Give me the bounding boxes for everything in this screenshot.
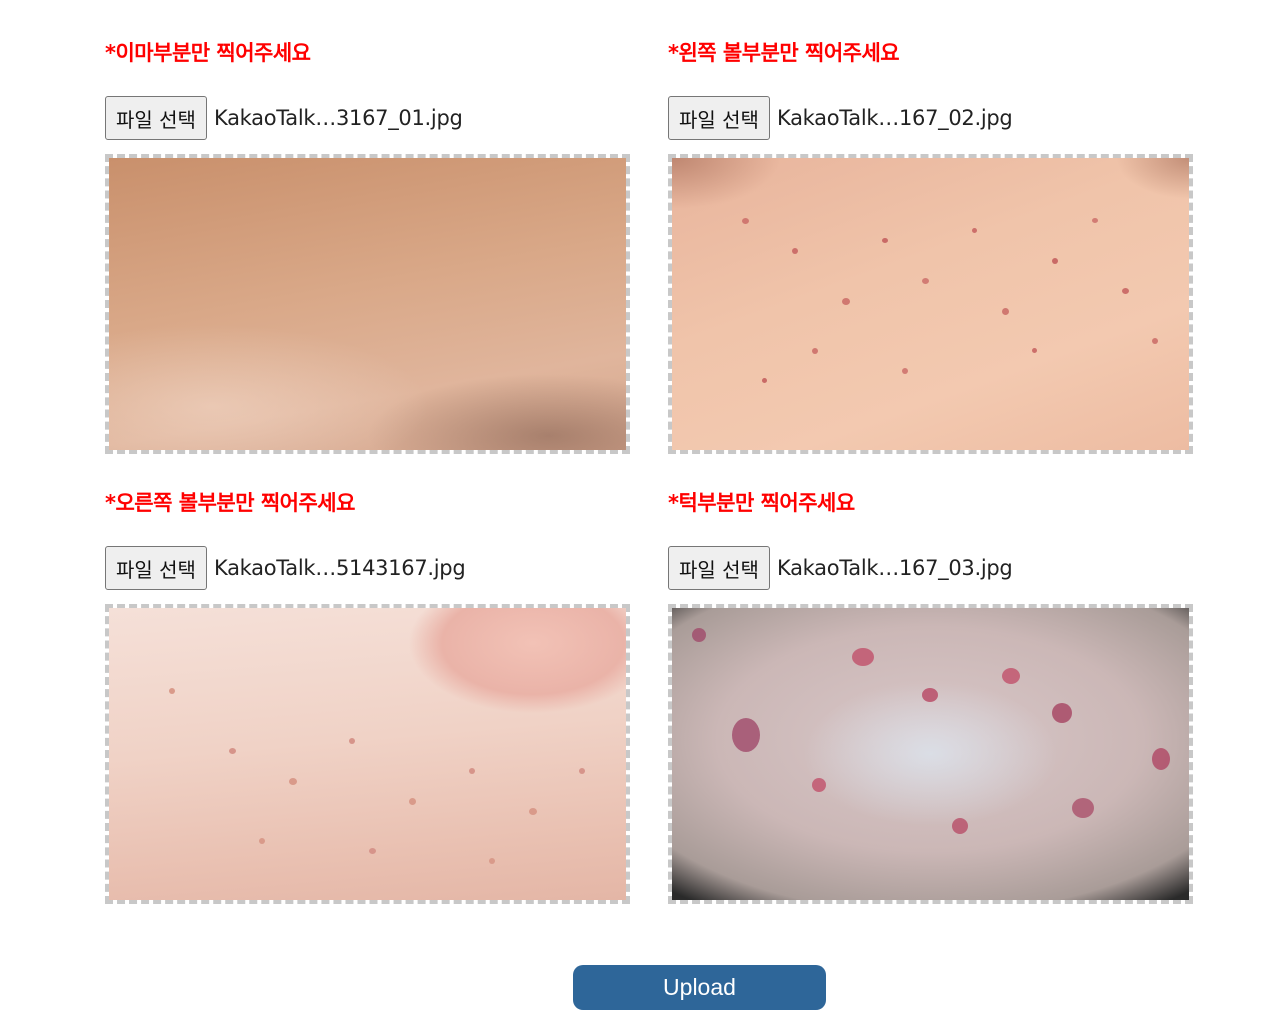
acne-spot bbox=[169, 688, 175, 694]
acne-spot bbox=[579, 768, 585, 774]
acne-spot bbox=[1092, 218, 1098, 223]
right-cheek-image-preview bbox=[105, 604, 630, 904]
forehead-image-preview bbox=[105, 154, 630, 454]
acne-spot bbox=[882, 238, 888, 243]
acne-spot bbox=[369, 848, 376, 854]
chin-file-name: KakaoTalk…167_03.jpg bbox=[776, 556, 1013, 580]
chin-title: *턱부분만 찍어주세요 bbox=[668, 491, 855, 515]
right-cheek-file-input[interactable]: 파일 선택 KakaoTalk…5143167.jpg bbox=[105, 545, 466, 591]
left-cheek-file-input[interactable]: 파일 선택 KakaoTalk…167_02.jpg bbox=[668, 95, 1013, 141]
acne-spot bbox=[972, 228, 977, 233]
acne-spot bbox=[469, 768, 475, 774]
acne-spot bbox=[229, 748, 236, 754]
forehead-title: *이마부분만 찍어주세요 bbox=[105, 41, 311, 65]
right-cheek-title: *오른쪽 볼부분만 찍어주세요 bbox=[105, 491, 355, 515]
acne-spot bbox=[792, 248, 798, 254]
acne-spot bbox=[349, 738, 355, 744]
acne-lesion bbox=[952, 818, 968, 834]
acne-spot bbox=[812, 348, 818, 354]
forehead-file-input[interactable]: 파일 선택 KakaoTalk…3167_01.jpg bbox=[105, 95, 463, 141]
right-cheek-photo bbox=[109, 608, 626, 900]
forehead-photo bbox=[109, 158, 626, 450]
left-cheek-photo bbox=[672, 158, 1189, 450]
acne-spot bbox=[1002, 308, 1009, 315]
chin-image-preview bbox=[668, 604, 1193, 904]
acne-lesion bbox=[1152, 748, 1170, 770]
acne-spot bbox=[489, 858, 495, 864]
right-cheek-file-name: KakaoTalk…5143167.jpg bbox=[213, 556, 466, 580]
upload-button[interactable]: Upload bbox=[573, 965, 826, 1010]
left-cheek-title: *왼쪽 볼부분만 찍어주세요 bbox=[668, 41, 900, 65]
acne-lesion bbox=[732, 718, 760, 752]
acne-lesion bbox=[1002, 668, 1020, 684]
acne-spot bbox=[289, 778, 297, 785]
left-cheek-file-name: KakaoTalk…167_02.jpg bbox=[776, 106, 1013, 130]
acne-spot bbox=[742, 218, 749, 224]
acne-spot bbox=[529, 808, 537, 815]
acne-spot bbox=[762, 378, 767, 383]
chin-photo bbox=[672, 608, 1189, 900]
left-cheek-image-preview bbox=[668, 154, 1193, 454]
chin-choose-file-button[interactable]: 파일 선택 bbox=[668, 546, 770, 590]
acne-spot bbox=[1032, 348, 1037, 353]
forehead-choose-file-button[interactable]: 파일 선택 bbox=[105, 96, 207, 140]
acne-lesion bbox=[852, 648, 874, 666]
acne-spot bbox=[409, 798, 416, 805]
acne-spot bbox=[1052, 258, 1058, 264]
right-cheek-choose-file-button[interactable]: 파일 선택 bbox=[105, 546, 207, 590]
acne-lesion bbox=[812, 778, 826, 792]
acne-spot bbox=[902, 368, 908, 374]
acne-lesion bbox=[1052, 703, 1072, 723]
acne-spot bbox=[922, 278, 929, 284]
acne-spot bbox=[1152, 338, 1158, 344]
forehead-file-name: KakaoTalk…3167_01.jpg bbox=[213, 106, 463, 130]
acne-spot bbox=[1122, 288, 1129, 294]
acne-spot bbox=[259, 838, 265, 844]
upload-page: *이마부분만 찍어주세요 파일 선택 KakaoTalk…3167_01.jpg… bbox=[0, 0, 1274, 1029]
acne-spot bbox=[842, 298, 850, 305]
acne-lesion bbox=[692, 628, 706, 642]
acne-lesion bbox=[1072, 798, 1094, 818]
acne-lesion bbox=[922, 688, 938, 702]
chin-file-input[interactable]: 파일 선택 KakaoTalk…167_03.jpg bbox=[668, 545, 1013, 591]
left-cheek-choose-file-button[interactable]: 파일 선택 bbox=[668, 96, 770, 140]
